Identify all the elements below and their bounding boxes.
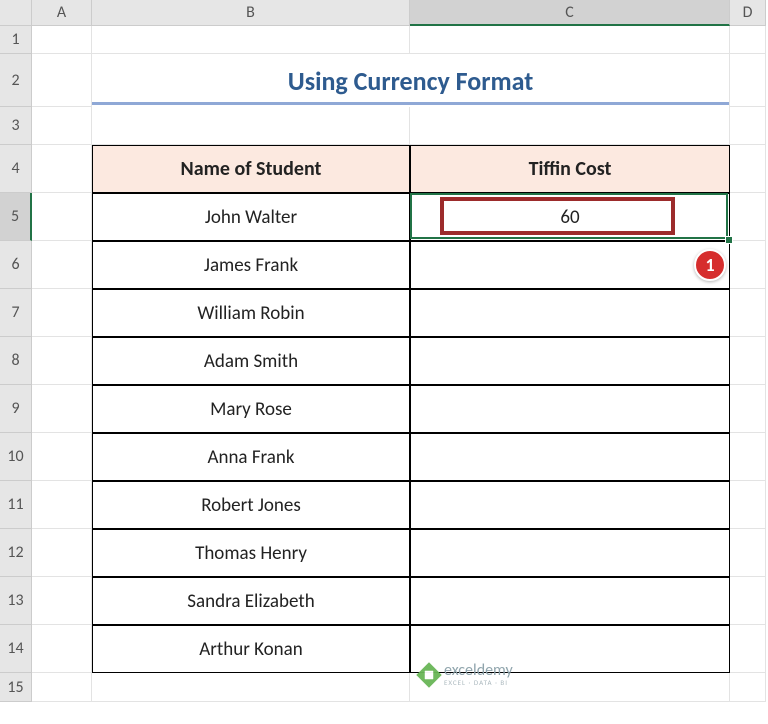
table-row[interactable] (410, 529, 730, 577)
callout-badge: 1 (694, 249, 726, 281)
column-header-B[interactable]: B (92, 0, 410, 26)
row-header-15[interactable]: 15 (0, 673, 32, 702)
cell-B1[interactable] (92, 26, 410, 54)
row-header-6[interactable]: 6 (0, 241, 32, 289)
cell-B3[interactable] (92, 107, 410, 145)
cell-A6[interactable] (32, 241, 92, 289)
cell-D5[interactable] (730, 193, 766, 241)
row-header-10[interactable]: 10 (0, 433, 32, 481)
column-headers: ABCD (32, 0, 766, 26)
table-row[interactable]: Thomas Henry (92, 529, 410, 577)
cell-A11[interactable] (32, 481, 92, 529)
select-all-corner[interactable] (0, 0, 32, 26)
cell-B15[interactable] (92, 673, 410, 702)
table-row[interactable]: Mary Rose (92, 385, 410, 433)
row-header-13[interactable]: 13 (0, 577, 32, 625)
cell-A2[interactable] (32, 54, 92, 107)
table-row[interactable]: 60 (410, 193, 730, 241)
page-title[interactable]: Using Currency Format (92, 54, 730, 107)
header-cost[interactable]: Tiffin Cost (410, 145, 730, 193)
cell-C1[interactable] (410, 26, 730, 54)
cell-A12[interactable] (32, 529, 92, 577)
spreadsheet: ABCD 123456789101112131415 Using Currenc… (0, 0, 768, 724)
cell-D11[interactable] (730, 481, 766, 529)
column-header-C[interactable]: C (410, 0, 730, 26)
table-row[interactable]: Robert Jones (92, 481, 410, 529)
cell-A3[interactable] (32, 107, 92, 145)
table-row[interactable] (410, 433, 730, 481)
column-header-A[interactable]: A (32, 0, 92, 26)
watermark-text: exceldemy EXCEL · DATA · BI (444, 663, 513, 686)
cell-D13[interactable] (730, 577, 766, 625)
cell-D6[interactable] (730, 241, 766, 289)
row-header-2[interactable]: 2 (0, 54, 32, 107)
cell-C3[interactable] (410, 107, 730, 145)
table-row[interactable] (410, 577, 730, 625)
cell-D8[interactable] (730, 337, 766, 385)
table-row[interactable]: Adam Smith (92, 337, 410, 385)
row-headers: 123456789101112131415 (0, 26, 32, 702)
cell-A1[interactable] (32, 26, 92, 54)
row-header-1[interactable]: 1 (0, 26, 32, 54)
callout-number: 1 (705, 254, 714, 276)
cell-D14[interactable] (730, 625, 766, 673)
cell-D4[interactable] (730, 145, 766, 193)
cell-grid: Using Currency Format Name of StudentTiff… (32, 26, 766, 702)
row-header-11[interactable]: 11 (0, 481, 32, 529)
row-header-5[interactable]: 5 (0, 193, 32, 241)
cell-A9[interactable] (32, 385, 92, 433)
row-header-4[interactable]: 4 (0, 145, 32, 193)
header-name[interactable]: Name of Student (92, 145, 410, 193)
cell-A15[interactable] (32, 673, 92, 702)
cell-D7[interactable] (730, 289, 766, 337)
cell-D2[interactable] (730, 54, 766, 107)
table-row[interactable] (410, 241, 730, 289)
table-row[interactable]: Sandra Elizabeth (92, 577, 410, 625)
cell-D15[interactable] (730, 673, 766, 702)
table-row[interactable] (410, 385, 730, 433)
cell-A8[interactable] (32, 337, 92, 385)
table-row[interactable] (410, 289, 730, 337)
row-header-3[interactable]: 3 (0, 107, 32, 145)
cell-A13[interactable] (32, 577, 92, 625)
table-row[interactable] (410, 481, 730, 529)
cell-A4[interactable] (32, 145, 92, 193)
row-header-7[interactable]: 7 (0, 289, 32, 337)
row-header-14[interactable]: 14 (0, 625, 32, 673)
watermark-main: exceldemy (444, 663, 513, 679)
row-header-9[interactable]: 9 (0, 385, 32, 433)
cell-D10[interactable] (730, 433, 766, 481)
cell-D3[interactable] (730, 107, 766, 145)
watermark-icon (416, 662, 441, 687)
cell-D1[interactable] (730, 26, 766, 54)
cell-A7[interactable] (32, 289, 92, 337)
table-row[interactable]: William Robin (92, 289, 410, 337)
cell-A14[interactable] (32, 625, 92, 673)
cell-D9[interactable] (730, 385, 766, 433)
table-row[interactable] (410, 337, 730, 385)
table-row[interactable]: Arthur Konan (92, 625, 410, 673)
table-row[interactable]: James Frank (92, 241, 410, 289)
table-row[interactable]: John Walter (92, 193, 410, 241)
table-row[interactable]: Anna Frank (92, 433, 410, 481)
cell-D12[interactable] (730, 529, 766, 577)
cell-A10[interactable] (32, 433, 92, 481)
cell-A5[interactable] (32, 193, 92, 241)
row-header-12[interactable]: 12 (0, 529, 32, 577)
watermark-sub: EXCEL · DATA · BI (444, 679, 513, 686)
watermark: exceldemy EXCEL · DATA · BI (420, 663, 513, 686)
fill-handle[interactable] (725, 236, 733, 244)
row-header-8[interactable]: 8 (0, 337, 32, 385)
column-header-D[interactable]: D (730, 0, 766, 26)
